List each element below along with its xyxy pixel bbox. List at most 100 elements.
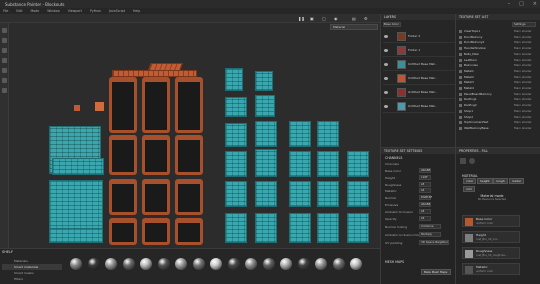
- toggle-color-button[interactable]: color: [463, 178, 477, 184]
- channel-format-select[interactable]: L8: [419, 215, 431, 221]
- texture-set-checkbox[interactable]: [459, 35, 462, 39]
- material-preview-thumbnail[interactable]: [70, 258, 82, 270]
- material-slot[interactable]: Metallic uniform color: [462, 263, 520, 275]
- toggle-height-button[interactable]: height: [477, 178, 493, 184]
- material-preview-thumbnail[interactable]: [297, 258, 310, 270]
- bake-mesh-maps-button[interactable]: Bake Mesh Maps: [421, 269, 451, 275]
- visibility-eye-icon[interactable]: [384, 63, 388, 66]
- texture-set-checkbox[interactable]: [459, 104, 462, 108]
- material-preview-thumbnail[interactable]: [210, 258, 222, 270]
- texture-set-row[interactable]: Shop2 Main shader: [458, 115, 538, 120]
- material-preview-thumbnail[interactable]: [245, 258, 257, 270]
- toggle-rough-button[interactable]: rough: [493, 178, 508, 184]
- toggle-metal-button[interactable]: metal: [509, 178, 524, 184]
- visibility-eye-icon[interactable]: [384, 49, 388, 52]
- texture-set-row[interactable]: Metal1 Main shader: [458, 69, 538, 74]
- layer-row[interactable]: Untitled Base Mat..: [383, 73, 455, 85]
- channel-format-select[interactable]: L8: [419, 181, 431, 187]
- menu-javascript[interactable]: JavaScript: [109, 9, 125, 13]
- layer-row[interactable]: Untitled Base Mat..: [383, 101, 455, 113]
- material-slot[interactable]: Base Color uniform color: [462, 215, 520, 227]
- texture-set-row[interactable]: DoorBalcony Main shader: [458, 35, 538, 40]
- texture-set-checkbox[interactable]: [459, 69, 462, 73]
- texture-set-row[interactable]: Metal4 Main shader: [458, 86, 538, 91]
- clone-tool-icon[interactable]: [2, 78, 7, 83]
- smudge-tool-icon[interactable]: [2, 68, 7, 73]
- minimize-icon[interactable]: –: [508, 1, 511, 7]
- menu-window[interactable]: Window: [47, 9, 60, 13]
- pause-icon[interactable]: ❚❚: [298, 16, 305, 21]
- shelf-cat-filters[interactable]: Filters: [2, 276, 62, 282]
- menu-help[interactable]: Help: [133, 9, 140, 13]
- material-preview-thumbnail[interactable]: [192, 258, 205, 270]
- material-preview-thumbnail[interactable]: [227, 258, 240, 270]
- blend-mode-select[interactable]: Base Color: [383, 22, 401, 27]
- channel-format-select[interactable]: L16F: [419, 174, 431, 180]
- menu-file[interactable]: File: [3, 9, 8, 13]
- fill-layer-icon[interactable]: [460, 158, 466, 164]
- paint-tool-icon[interactable]: [2, 28, 7, 33]
- texture-set-row[interactable]: LeafDoor Main shader: [458, 58, 538, 63]
- normal-mixing-select[interactable]: Combine: [419, 224, 441, 229]
- texture-set-checkbox[interactable]: [459, 109, 462, 113]
- material-sphere-icon[interactable]: [469, 158, 475, 164]
- texture-set-row[interactable]: Balls_Main Main shader: [458, 52, 538, 57]
- material-preview-thumbnail[interactable]: [315, 258, 327, 270]
- texture-set-row[interactable]: Metal3 Main shader: [458, 80, 538, 85]
- texture-set-checkbox[interactable]: [459, 81, 462, 85]
- visibility-eye-icon[interactable]: [384, 91, 388, 94]
- texture-set-row[interactable]: HandleWindow Main shader: [458, 46, 538, 51]
- viewport[interactable]: [9, 23, 380, 248]
- layer-row[interactable]: Folder 2: [383, 31, 455, 43]
- visibility-eye-icon[interactable]: [384, 77, 388, 80]
- texture-set-row[interactable]: ClearTopo1 Main shader: [458, 29, 538, 34]
- picker-tool-icon[interactable]: [2, 88, 7, 93]
- screenshot-icon[interactable]: ▤: [352, 16, 356, 21]
- material-preview-thumbnail[interactable]: [280, 258, 292, 270]
- material-preview-thumbnail[interactable]: [175, 258, 187, 270]
- toggle-nrm-button[interactable]: nrm: [463, 186, 476, 192]
- menu-edit[interactable]: Edit: [16, 9, 22, 13]
- texture-set-row[interactable]: PanelBoardBalcony Main shader: [458, 92, 538, 97]
- layer-row[interactable]: Untitled Base Mat..: [383, 59, 455, 71]
- menu-python[interactable]: Python: [90, 9, 101, 13]
- texture-set-row[interactable]: Roofing2 Main shader: [458, 103, 538, 108]
- viewport-mode-select[interactable]: Material: [330, 24, 378, 30]
- channel-format-select[interactable]: L8: [419, 188, 431, 194]
- material-preview-thumbnail[interactable]: [157, 258, 170, 270]
- material-preview-thumbnail[interactable]: [262, 258, 275, 270]
- geometry-fill-icon[interactable]: [2, 58, 7, 63]
- visibility-eye-icon[interactable]: [384, 105, 388, 108]
- texture-set-checkbox[interactable]: [459, 87, 462, 90]
- texture-set-checkbox[interactable]: [459, 126, 462, 130]
- material-slot[interactable]: Roughness rust_Bru_10_roughnes...: [462, 247, 520, 259]
- texture-set-checkbox[interactable]: [459, 121, 462, 125]
- texture-set-row[interactable]: Shop1 Main shader: [458, 109, 538, 114]
- texture-set-row[interactable]: Roofing1 Main shader: [458, 97, 538, 102]
- menu-mode[interactable]: Mode: [31, 9, 40, 13]
- channel-format-select[interactable]: L8: [419, 208, 431, 214]
- channel-format-select[interactable]: sRGB8: [419, 202, 431, 207]
- visibility-eye-icon[interactable]: [384, 35, 388, 38]
- texture-set-checkbox[interactable]: [459, 98, 462, 102]
- texture-set-checkbox[interactable]: [459, 52, 462, 56]
- material-preview-thumbnail[interactable]: [87, 258, 100, 270]
- menu-viewport[interactable]: Viewport: [68, 9, 82, 13]
- texture-set-row[interactable]: Metal2 Main shader: [458, 75, 538, 80]
- texture-set-checkbox[interactable]: [459, 30, 462, 33]
- fullscreen-icon[interactable]: ▢: [322, 16, 326, 21]
- settings-dropdown[interactable]: Settings: [512, 22, 536, 27]
- ao-mixing-select[interactable]: Multiply: [419, 232, 441, 237]
- channel-format-select[interactable]: RGB16F: [419, 195, 432, 201]
- material-preview-thumbnail[interactable]: [350, 258, 362, 270]
- texture-set-row[interactable]: WallBalconyBase Main shader: [458, 126, 538, 131]
- settings-icon[interactable]: ⚙: [364, 16, 368, 21]
- texture-set-checkbox[interactable]: [459, 75, 462, 79]
- texture-set-checkbox[interactable]: [459, 41, 462, 45]
- uv-padding-select[interactable]: 3D Space Neighbor: [419, 240, 449, 245]
- texture-set-row[interactable]: TopOrnamentSet Main shader: [458, 120, 538, 125]
- eraser-tool-icon[interactable]: [2, 38, 7, 43]
- texture-set-checkbox[interactable]: [459, 47, 462, 51]
- layer-row[interactable]: Folder 1: [383, 45, 455, 57]
- maximize-icon[interactable]: □: [519, 1, 524, 7]
